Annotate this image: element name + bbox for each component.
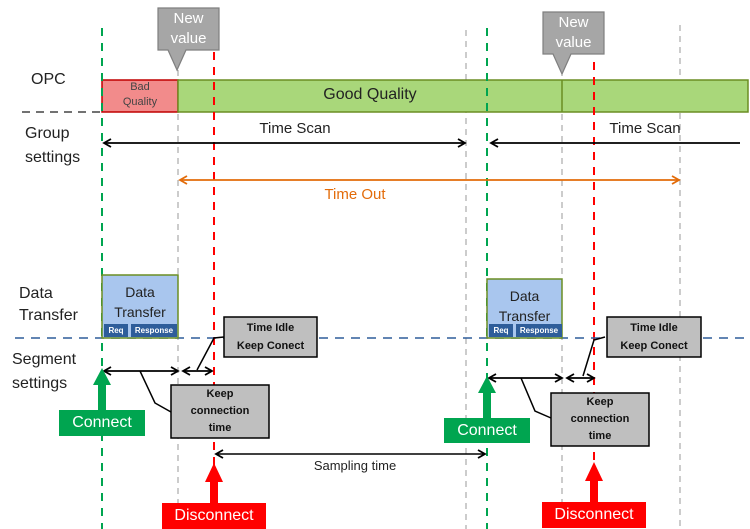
data-transfer-2-line-1: Data [509,288,540,304]
keep-connection-text-2: Keep connection time [551,394,649,445]
disconnect-label-2: Disconnect [554,506,634,523]
new-value-text-2: New value [543,13,604,53]
bad-quality-text: Bad Quality [102,80,178,110]
time-idle-2-line-2: Keep Conect [620,340,688,352]
sampling-time-label: Sampling time [313,458,397,473]
data-transfer-1-line-1: Data [125,284,155,300]
time-idle-2-line-1: Time Idle [630,322,678,334]
time-idle-leader-1 [196,336,225,371]
keep-connection-2-line-1: Keep [586,396,614,408]
row-label-data-2: Transfer [19,307,78,324]
response-label-2: Response [519,326,559,335]
row-label-group-2: settings [25,149,81,166]
keep-connection-2-line-2: connection [570,413,630,425]
keep-connection-1-line-3: time [208,422,232,434]
disconnect-arrow-1 [205,463,223,503]
row-label-group-1: Group [25,125,70,142]
connect-label-2: Connect [457,422,517,439]
time-idle-text-2: Time Idle Keep Conect [607,319,701,355]
row-label-segment-2: settings [12,375,68,392]
time-out-label: Time Out [324,186,386,203]
data-transfer-2-line-2: Transfer [498,308,551,324]
bad-quality-line-1: Bad [130,81,150,93]
row-label-opc: OPC [31,71,66,88]
row-label-segment-1: Segment [12,351,77,368]
new-value-1-line-2: value [170,30,207,47]
time-scan-label-2: Time Scan [609,120,681,137]
new-value-2-line-1: New [558,14,589,31]
req-label-2: Req [493,326,509,335]
new-value-text-1: New value [158,9,219,49]
data-transfer-text-1: Data Transfer [102,282,178,322]
disconnect-label-1: Disconnect [174,507,254,524]
time-idle-text-1: Time Idle Keep Conect [224,319,317,355]
keep-connection-2-line-3: time [588,430,612,442]
new-value-2-line-2: value [555,34,592,51]
time-idle-leader-2 [582,336,606,377]
time-scan-label-1: Time Scan [259,120,331,137]
keep-connection-1-line-2: connection [190,405,250,417]
time-idle-1-line-2: Keep Conect [236,340,305,352]
connect-arrow-1 [93,368,111,410]
keep-connection-leader-1 [139,370,172,413]
disconnect-markers [213,52,595,470]
req-label-1: Req [108,326,124,335]
keep-connection-1-line-1: Keep [206,388,234,400]
new-value-1-line-1: New [173,10,204,27]
connect-label-1: Connect [72,414,132,431]
data-transfer-text-2: Data Transfer [487,286,562,326]
connect-arrow-2 [478,376,496,418]
time-idle-1-line-1: Time Idle [246,322,295,334]
data-transfer-1-line-2: Transfer [114,304,166,320]
row-label-data-1: Data [19,285,53,302]
good-quality-text: Good Quality [323,86,417,103]
keep-connection-leader-2 [520,377,552,419]
bad-quality-line-2: Quality [122,96,158,108]
response-label-1: Response [134,326,174,335]
disconnect-arrow-2 [585,462,603,502]
keep-connection-text-1: Keep connection time [171,386,269,437]
